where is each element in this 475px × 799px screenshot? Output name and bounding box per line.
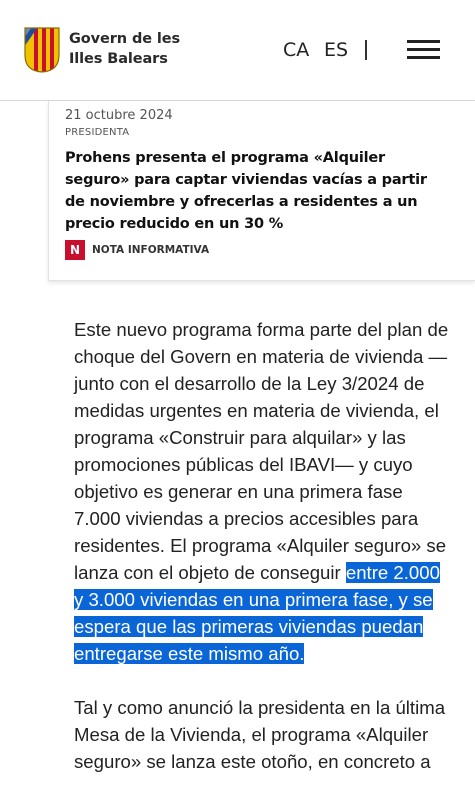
site-header: Govern de les Illes Balears CA ES	[0, 0, 475, 101]
brand-line-1: Govern de les	[69, 31, 181, 47]
brand-line-2: Illes Balears	[69, 51, 168, 67]
brand-name[interactable]: Govern de les Illes Balears	[69, 29, 180, 69]
article-paragraph-1: Este nuevo programa forma parte del plan…	[74, 316, 454, 667]
news-section: PRESIDENTA	[65, 127, 130, 138]
language-ca-link[interactable]: CA	[283, 38, 309, 62]
news-title: Prohens presenta el programa «Alquiler s…	[65, 150, 427, 232]
language-divider	[365, 40, 367, 60]
govern-logo-icon[interactable]	[24, 27, 60, 73]
menu-hamburger-icon[interactable]	[407, 40, 440, 60]
article-body: Este nuevo programa forma parte del plan…	[74, 316, 454, 799]
nota-informativa-badge-icon: N	[65, 240, 85, 260]
news-card: 21 octubre 2024 PRESIDENTA Prohens prese…	[48, 101, 475, 281]
article-paragraph-2: Tal y como anunció la presidenta en la ú…	[74, 697, 446, 772]
news-type-label: NOTA INFORMATIVA	[92, 244, 210, 256]
news-date: 21 octubre 2024	[65, 108, 173, 123]
language-es-link[interactable]: ES	[324, 38, 348, 62]
article-paragraph-1-text: Este nuevo programa forma parte del plan…	[74, 319, 449, 583]
